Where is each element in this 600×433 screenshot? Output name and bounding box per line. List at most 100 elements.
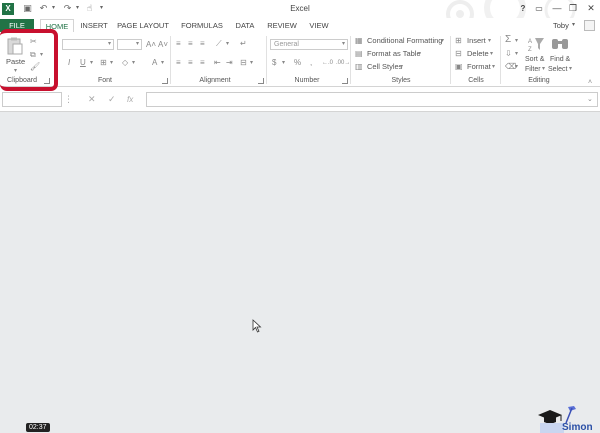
- watermark-text: Simon: [562, 422, 593, 433]
- delete-cells-button[interactable]: Delete: [467, 48, 489, 59]
- find-select-label-2[interactable]: Select: [548, 64, 567, 75]
- merge-dropdown-icon[interactable]: ▾: [250, 58, 253, 68]
- cell-styles-button[interactable]: Cell Styles: [367, 61, 402, 72]
- find-select-icon[interactable]: [551, 36, 569, 51]
- format-cells-button[interactable]: Format: [467, 61, 491, 72]
- avatar[interactable]: [584, 20, 595, 31]
- underline-dropdown-icon[interactable]: ▾: [90, 58, 93, 68]
- increase-decimal-icon[interactable]: ←.0: [322, 58, 333, 68]
- insert-cells-icon[interactable]: ⊞: [455, 36, 462, 46]
- alignment-group-label: Alignment: [199, 77, 231, 84]
- number-group-label: Number: [294, 77, 320, 84]
- tab-data[interactable]: DATA: [232, 19, 258, 32]
- orientation-icon[interactable]: ⟋: [216, 39, 222, 49]
- workbook-area: [0, 112, 600, 433]
- mouse-cursor-icon: [252, 319, 262, 333]
- underline-icon[interactable]: U: [80, 58, 86, 68]
- align-right-icon[interactable]: ≡: [200, 58, 205, 68]
- font-color-icon[interactable]: A: [152, 58, 157, 68]
- borders-dropdown-icon[interactable]: ▾: [110, 58, 113, 68]
- autosum-dropdown-icon[interactable]: ▾: [515, 36, 518, 46]
- conditional-formatting-icon[interactable]: ▦: [355, 36, 363, 46]
- cancel-icon[interactable]: ✕: [88, 93, 96, 106]
- insert-dropdown-icon[interactable]: ▾: [488, 36, 491, 46]
- touch-mode-icon[interactable]: ☝: [84, 3, 95, 14]
- delete-cells-icon[interactable]: ⊟: [455, 49, 462, 59]
- bottom-align-icon[interactable]: ≡: [200, 39, 205, 49]
- fill-color-dropdown-icon[interactable]: ▾: [132, 58, 135, 68]
- find-select-dropdown-icon[interactable]: ▾: [569, 64, 572, 74]
- font-launcher-icon[interactable]: [162, 78, 168, 84]
- format-cells-icon[interactable]: ▣: [455, 62, 463, 72]
- tab-page-layout[interactable]: PAGE LAYOUT: [114, 19, 172, 32]
- minimize-icon[interactable]: —: [550, 2, 564, 15]
- sort-filter-dropdown-icon[interactable]: ▾: [542, 64, 545, 74]
- group-separator: [350, 36, 351, 84]
- format-as-table-icon[interactable]: ▤: [355, 49, 363, 59]
- font-color-dropdown-icon[interactable]: ▾: [161, 58, 164, 68]
- formula-bar-handle-icon[interactable]: ⋮: [64, 93, 73, 106]
- ribbon-display-icon[interactable]: ▭: [532, 2, 546, 15]
- number-format-combo[interactable]: General ▾: [270, 39, 348, 50]
- tab-review[interactable]: REVIEW: [264, 19, 300, 32]
- format-as-table-button[interactable]: Format as Table: [367, 48, 421, 59]
- middle-align-icon[interactable]: ≡: [188, 39, 193, 49]
- customize-qat-icon[interactable]: ▾: [96, 3, 107, 14]
- sort-filter-icon[interactable]: A Z: [527, 36, 545, 52]
- fill-dropdown-icon[interactable]: ▾: [515, 49, 518, 59]
- conditional-formatting-button[interactable]: Conditional Formatting: [367, 35, 442, 46]
- user-dropdown-icon[interactable]: ▾: [572, 19, 575, 32]
- restore-icon[interactable]: ❐: [566, 2, 580, 15]
- name-box[interactable]: [2, 92, 62, 107]
- comma-button[interactable]: ,: [310, 58, 312, 68]
- font-size-combo[interactable]: ▾: [117, 39, 142, 50]
- increase-indent-icon[interactable]: ⇥: [226, 58, 233, 68]
- group-separator: [450, 36, 451, 84]
- top-align-icon[interactable]: ≡: [176, 39, 181, 49]
- tab-formulas[interactable]: FORMULAS: [178, 19, 226, 32]
- currency-icon[interactable]: $: [272, 58, 276, 68]
- conditional-formatting-dropdown-icon[interactable]: ▾: [441, 36, 444, 46]
- close-icon[interactable]: ✕: [584, 2, 598, 15]
- wrap-text-icon[interactable]: ↵: [240, 39, 247, 49]
- help-button[interactable]: ?: [516, 2, 530, 15]
- clear-dropdown-icon[interactable]: ▾: [515, 62, 518, 72]
- decrease-indent-icon[interactable]: ⇤: [214, 58, 221, 68]
- autosum-icon[interactable]: Σ: [505, 35, 511, 45]
- group-separator: [500, 36, 501, 84]
- currency-dropdown-icon[interactable]: ▾: [282, 58, 285, 68]
- number-launcher-icon[interactable]: [342, 78, 348, 84]
- increase-font-icon[interactable]: A˄: [146, 40, 156, 50]
- alignment-launcher-icon[interactable]: [258, 78, 264, 84]
- percent-button[interactable]: %: [294, 58, 301, 68]
- expand-formula-bar-icon[interactable]: ⌄: [587, 93, 593, 106]
- format-as-table-dropdown-icon[interactable]: ▾: [418, 49, 421, 59]
- align-left-icon[interactable]: ≡: [176, 58, 181, 68]
- enter-icon[interactable]: ✓: [108, 93, 116, 106]
- sort-filter-label-2[interactable]: Filter: [525, 64, 541, 75]
- insert-cells-button[interactable]: Insert: [467, 35, 486, 46]
- merge-center-icon[interactable]: ⊟: [240, 58, 247, 68]
- format-dropdown-icon[interactable]: ▾: [492, 62, 495, 72]
- save-icon[interactable]: ▣: [22, 3, 33, 14]
- tab-insert[interactable]: INSERT: [78, 19, 110, 32]
- delete-dropdown-icon[interactable]: ▾: [490, 49, 493, 59]
- italic-icon[interactable]: I: [68, 58, 70, 68]
- borders-icon[interactable]: ⊞: [100, 58, 107, 68]
- font-name-combo[interactable]: ▾: [62, 39, 114, 50]
- fill-icon[interactable]: ⇩: [505, 49, 512, 59]
- decrease-font-icon[interactable]: A˅: [158, 40, 168, 50]
- align-center-icon[interactable]: ≡: [188, 58, 193, 68]
- window-title: Excel: [290, 4, 310, 13]
- orientation-dropdown-icon[interactable]: ▾: [226, 39, 229, 49]
- cell-styles-icon[interactable]: ▥: [355, 62, 363, 72]
- fill-color-icon[interactable]: ◇: [122, 58, 128, 68]
- cell-styles-dropdown-icon[interactable]: ▾: [400, 62, 403, 72]
- tab-view[interactable]: VIEW: [306, 19, 332, 32]
- undo-dropdown-icon[interactable]: ▾: [48, 3, 59, 14]
- decrease-decimal-icon[interactable]: .00→: [336, 58, 350, 68]
- insert-function-icon[interactable]: fx: [127, 93, 133, 106]
- redo-dropdown-icon[interactable]: ▾: [72, 3, 83, 14]
- formula-input[interactable]: [146, 92, 598, 107]
- user-name[interactable]: Toby: [553, 19, 569, 32]
